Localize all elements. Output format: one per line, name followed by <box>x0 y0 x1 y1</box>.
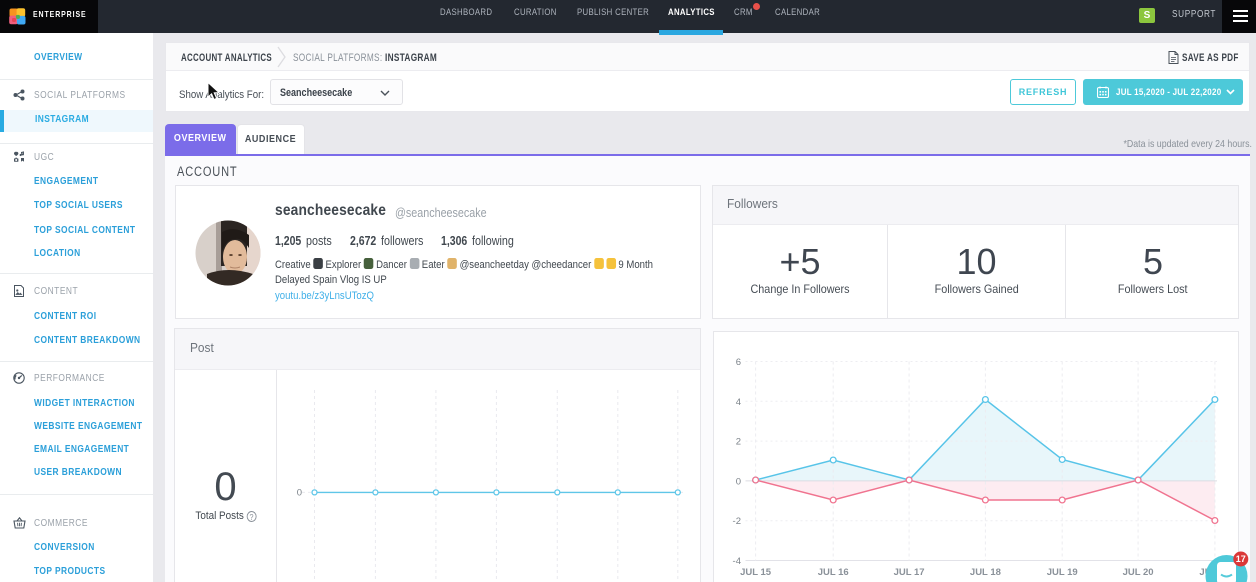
svg-text:0: 0 <box>297 488 302 499</box>
svg-text:4: 4 <box>736 397 741 408</box>
svg-text:JUL 16: JUL 16 <box>818 567 849 578</box>
svg-text:JUL 15: JUL 15 <box>740 567 772 578</box>
svg-text:JUL 20: JUL 20 <box>1123 567 1154 578</box>
svg-text:6: 6 <box>736 357 741 368</box>
svg-text:-4: -4 <box>733 556 741 567</box>
svg-text:-2: -2 <box>733 516 741 527</box>
svg-text:JUL 17: JUL 17 <box>894 567 925 578</box>
svg-text:17: 17 <box>1236 554 1246 564</box>
svg-text:JUL 19: JUL 19 <box>1047 567 1078 578</box>
svg-text:0: 0 <box>736 476 741 487</box>
svg-text:JUL 18: JUL 18 <box>970 567 1001 578</box>
svg-text:2: 2 <box>736 437 741 448</box>
